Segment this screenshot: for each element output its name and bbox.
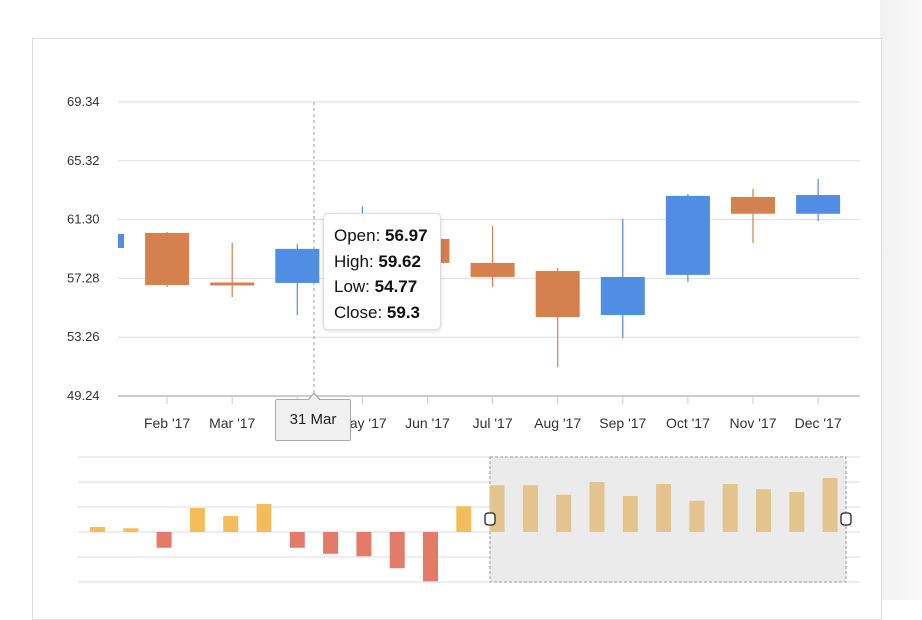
candle-body xyxy=(600,276,645,315)
candle-body xyxy=(731,196,775,214)
navigator-bar xyxy=(656,484,672,532)
open-value: 56.97 xyxy=(385,226,428,245)
navigator-bar xyxy=(256,504,272,532)
navigator-bar xyxy=(156,532,172,548)
x-tick-label: Feb '17 xyxy=(144,415,190,431)
tooltip-open: Open: 56.97 xyxy=(334,223,440,249)
candle-body xyxy=(470,262,515,277)
y-tick-label: 69.34 xyxy=(67,94,100,109)
candle-body xyxy=(665,195,710,275)
navigator-bar xyxy=(789,492,805,532)
tooltip-low: Low: 54.77 xyxy=(334,274,440,300)
candles xyxy=(118,178,841,368)
low-value: 54.77 xyxy=(374,277,418,296)
navigator-bar xyxy=(756,489,771,532)
y-tick-label: 57.28 xyxy=(67,270,100,285)
navigator xyxy=(78,456,860,583)
grid-lines xyxy=(118,101,860,397)
x-tick-label: Mar '17 xyxy=(209,415,255,431)
x-tick-label: Nov '17 xyxy=(729,415,776,431)
open-label: Open: xyxy=(334,226,381,245)
navigator-bar xyxy=(822,478,838,532)
candle-body xyxy=(535,270,580,318)
navigator-bar xyxy=(622,496,638,532)
navigator-bar xyxy=(423,532,438,582)
tooltip-high: High: 59.62 xyxy=(334,249,440,275)
x-tick-label: Jun '17 xyxy=(405,415,450,431)
high-label: High: xyxy=(334,251,374,271)
navigator-bar xyxy=(589,482,605,532)
navigator-bar xyxy=(189,508,205,532)
x-axis: Feb '17Mar '17Apr '17May '17Jun '17Jul '… xyxy=(144,397,842,431)
y-axis: 69.34 65.32 61.30 57.28 53.26 49.24 xyxy=(67,94,100,403)
navigator-right-handle[interactable] xyxy=(840,512,852,526)
x-tick-label: Aug '17 xyxy=(534,415,581,431)
high-value: 59.62 xyxy=(378,251,421,271)
navigator-bar xyxy=(389,532,405,569)
navigator-bar xyxy=(323,532,339,554)
y-tick-label: 61.30 xyxy=(67,212,100,227)
close-label: Close: xyxy=(334,302,383,322)
candle-body xyxy=(796,195,841,214)
ohlc-tooltip: Open: 56.97 High: 59.62 Low: 54.77 Close… xyxy=(323,213,441,330)
navigator-bar xyxy=(556,494,572,532)
x-tick-label: Sep '17 xyxy=(599,415,646,431)
navigator-bar xyxy=(456,506,472,532)
low-label: Low: xyxy=(334,277,370,296)
candle-body xyxy=(210,282,255,286)
x-tick-label: Oct '17 xyxy=(666,415,710,431)
y-tick-label: 49.24 xyxy=(67,388,100,403)
close-value: 59.3 xyxy=(386,302,421,322)
candle-body xyxy=(118,233,124,248)
navigator-left-handle[interactable] xyxy=(484,512,496,526)
navigator-bar xyxy=(223,516,239,532)
navigator-bar xyxy=(123,528,139,532)
navigator-bar xyxy=(289,532,305,548)
candlestick-chart: 69.34 65.32 61.30 57.28 53.26 49.24 Feb '17 Ma… xyxy=(67,94,860,583)
crosshair-date-label: 31 Mar xyxy=(275,392,351,441)
tooltip-close: Close: 59.3 xyxy=(334,300,440,326)
x-tick-label: Jul '17 xyxy=(473,415,513,431)
navigator-bar xyxy=(522,485,538,532)
y-tick-label: 65.32 xyxy=(67,153,100,168)
candle-body xyxy=(145,232,190,285)
navigator-bar xyxy=(722,484,738,532)
candle-body xyxy=(275,248,320,283)
navigator-bar xyxy=(689,500,705,532)
x-tick-label: Dec '17 xyxy=(795,415,842,431)
navigator-bar xyxy=(356,532,372,557)
y-tick-label: 53.26 xyxy=(67,329,100,344)
navigator-bar xyxy=(90,527,105,532)
